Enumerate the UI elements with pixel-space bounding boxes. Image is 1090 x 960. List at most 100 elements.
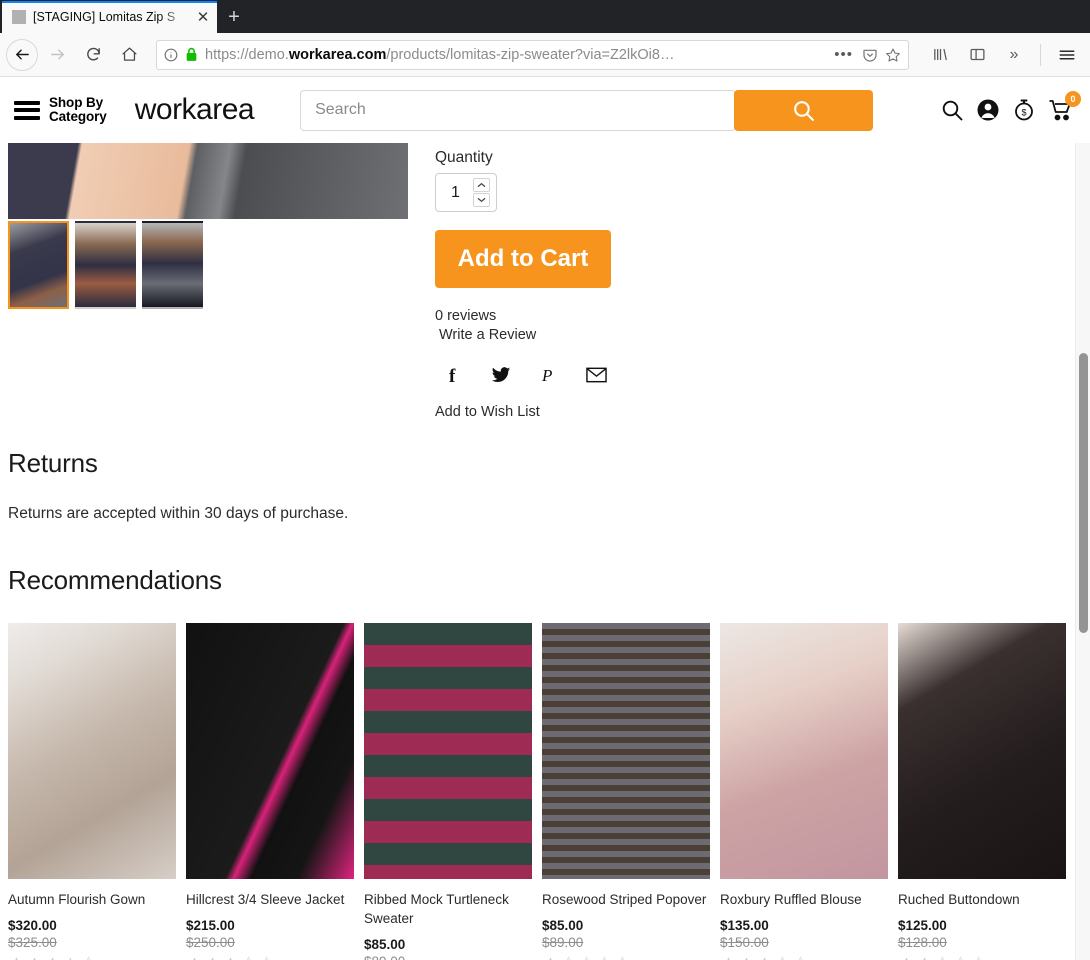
- tab-strip: [STAGING] Lomitas Zip S ✕ +: [0, 0, 1090, 33]
- quantity-decrease-icon[interactable]: [473, 193, 490, 207]
- recommendations-section: Recommendations Autumn Flourish Gown $320…: [0, 565, 1090, 960]
- product-card[interactable]: Hillcrest 3/4 Sleeve Jacket $215.00 $250.0…: [186, 623, 354, 960]
- product-card[interactable]: Autumn Flourish Gown $320.00 $325.00: [8, 623, 176, 960]
- product-card-original-price: $150.00: [720, 935, 769, 950]
- product-hero-image[interactable]: [8, 143, 408, 219]
- product-detail-top: Quantity 1 Add to Cart 0 reviews Write a…: [0, 143, 1090, 420]
- product-card-original-price: $128.00: [898, 935, 947, 950]
- quantity-value[interactable]: 1: [442, 184, 469, 202]
- search-form: [300, 89, 874, 131]
- product-card-rating: [720, 956, 888, 960]
- product-card[interactable]: Ruched Buttondown $125.00 $128.00: [898, 623, 1066, 960]
- quantity-stepper[interactable]: 1: [435, 173, 497, 212]
- add-to-cart-button[interactable]: Add to Cart: [435, 230, 611, 288]
- product-card-price: $320.00: [8, 918, 57, 933]
- product-card-price: $215.00: [186, 918, 235, 933]
- returns-body: Returns are accepted within 30 days of p…: [8, 505, 349, 522]
- info-icon[interactable]: [164, 48, 178, 62]
- thumbnail-1[interactable]: [8, 221, 69, 309]
- product-card[interactable]: Roxbury Ruffled Blouse $135.00 $150.00: [720, 623, 888, 960]
- new-tab-button[interactable]: +: [217, 1, 251, 33]
- site-header: Shop By Category workarea $ 0: [0, 77, 1090, 143]
- account-icon[interactable]: [976, 98, 1000, 122]
- shop-by-category-label: Shop By Category: [49, 96, 107, 124]
- search-icon[interactable]: [940, 98, 964, 122]
- product-card-image[interactable]: [898, 623, 1066, 879]
- back-arrow-icon[interactable]: [6, 38, 38, 71]
- padlock-icon[interactable]: [185, 47, 198, 62]
- product-card-image[interactable]: [186, 623, 354, 879]
- recommendations-heading: Recommendations: [8, 565, 222, 595]
- scrollbar-thumb[interactable]: [1079, 353, 1088, 633]
- product-card-rating: [542, 956, 710, 960]
- close-icon[interactable]: ✕: [195, 9, 211, 25]
- address-bar[interactable]: https://demo.workarea.com/products/lomit…: [156, 39, 909, 70]
- thumbnail-strip: [8, 221, 408, 309]
- site-logo[interactable]: workarea: [135, 93, 255, 127]
- hamburger-menu-icon[interactable]: [1050, 38, 1084, 72]
- shop-by-line-2: Category: [49, 109, 107, 124]
- thumbnail-3[interactable]: [142, 221, 203, 309]
- chevron-double-right-icon[interactable]: »: [997, 38, 1031, 72]
- add-to-wish-list-link[interactable]: Add to Wish List: [435, 404, 1090, 420]
- cart-count-badge: 0: [1065, 91, 1081, 107]
- product-card-image[interactable]: [720, 623, 888, 879]
- browser-chrome: [STAGING] Lomitas Zip S ✕ + https://demo…: [0, 0, 1090, 77]
- quantity-increase-icon[interactable]: [473, 178, 490, 192]
- svg-text:P: P: [541, 366, 552, 385]
- product-card-title[interactable]: Roxbury Ruffled Blouse: [720, 890, 888, 909]
- pinterest-icon[interactable]: P: [540, 365, 557, 390]
- facebook-icon[interactable]: f: [445, 366, 462, 390]
- forward-arrow-icon: [40, 38, 74, 72]
- product-card-image[interactable]: [8, 623, 176, 879]
- hero-artwork: [8, 143, 408, 219]
- reload-icon[interactable]: [76, 38, 110, 72]
- page-scrollbar[interactable]: [1075, 143, 1090, 960]
- toolbar-divider: [1040, 43, 1041, 66]
- home-icon[interactable]: [112, 38, 146, 72]
- product-card[interactable]: Rosewood Striped Popover $85.00 $89.00: [542, 623, 710, 960]
- shop-by-category-button[interactable]: Shop By Category: [14, 96, 107, 124]
- product-card[interactable]: Ribbed Mock Turtleneck Sweater $85.00 $89.…: [364, 623, 532, 960]
- product-card-title[interactable]: Autumn Flourish Gown: [8, 890, 176, 909]
- svg-text:f: f: [449, 366, 456, 385]
- sidebar-icon[interactable]: [960, 38, 994, 72]
- product-card-image[interactable]: [364, 623, 532, 879]
- returns-section: Returns Returns are accepted within 30 d…: [0, 448, 1090, 523]
- write-a-review-link[interactable]: Write a Review: [435, 327, 1090, 343]
- social-share-group: f P: [435, 365, 1090, 390]
- browser-tab[interactable]: [STAGING] Lomitas Zip S ✕: [2, 1, 217, 33]
- product-card-title[interactable]: Hillcrest 3/4 Sleeve Jacket: [186, 890, 354, 909]
- hamburger-icon: [14, 100, 40, 120]
- product-gallery: [0, 143, 408, 420]
- browser-toolbar-right: »: [919, 38, 1084, 72]
- recommendations-grid: Autumn Flourish Gown $320.00 $325.00 Hillcr…: [8, 623, 1090, 960]
- quantity-label: Quantity: [435, 149, 493, 166]
- product-card-original-price: $89.00: [364, 954, 532, 960]
- header-icon-group: $ 0: [940, 91, 1081, 122]
- product-card-price: $85.00: [542, 918, 584, 933]
- svg-text:$: $: [1021, 108, 1026, 118]
- pocket-icon[interactable]: [862, 47, 878, 63]
- url-text: https://demo.workarea.com/products/lomit…: [205, 46, 675, 63]
- page-content: Quantity 1 Add to Cart 0 reviews Write a…: [0, 143, 1090, 960]
- twitter-icon[interactable]: [491, 366, 511, 389]
- product-card-title[interactable]: Ruched Buttondown: [898, 890, 1066, 909]
- library-icon[interactable]: [923, 38, 957, 72]
- email-icon[interactable]: [586, 367, 607, 388]
- product-card-image[interactable]: [542, 623, 710, 879]
- quantity-arrows: [473, 178, 490, 207]
- product-card-title[interactable]: Ribbed Mock Turtleneck Sweater: [364, 890, 532, 928]
- star-icon[interactable]: [885, 47, 901, 63]
- cart-icon[interactable]: 0: [1048, 91, 1081, 122]
- product-card-title[interactable]: Rosewood Striped Popover: [542, 890, 710, 909]
- search-submit-button[interactable]: [734, 89, 874, 131]
- thumbnail-2[interactable]: [75, 221, 136, 309]
- page-actions-icon[interactable]: •••: [832, 46, 855, 63]
- product-buy-box: Quantity 1 Add to Cart 0 reviews Write a…: [408, 143, 1090, 420]
- search-input[interactable]: [300, 89, 737, 131]
- returns-heading: Returns: [8, 448, 98, 478]
- product-card-rating: [186, 956, 354, 960]
- price-watch-icon[interactable]: $: [1012, 98, 1036, 122]
- product-card-original-price: $325.00: [8, 935, 57, 950]
